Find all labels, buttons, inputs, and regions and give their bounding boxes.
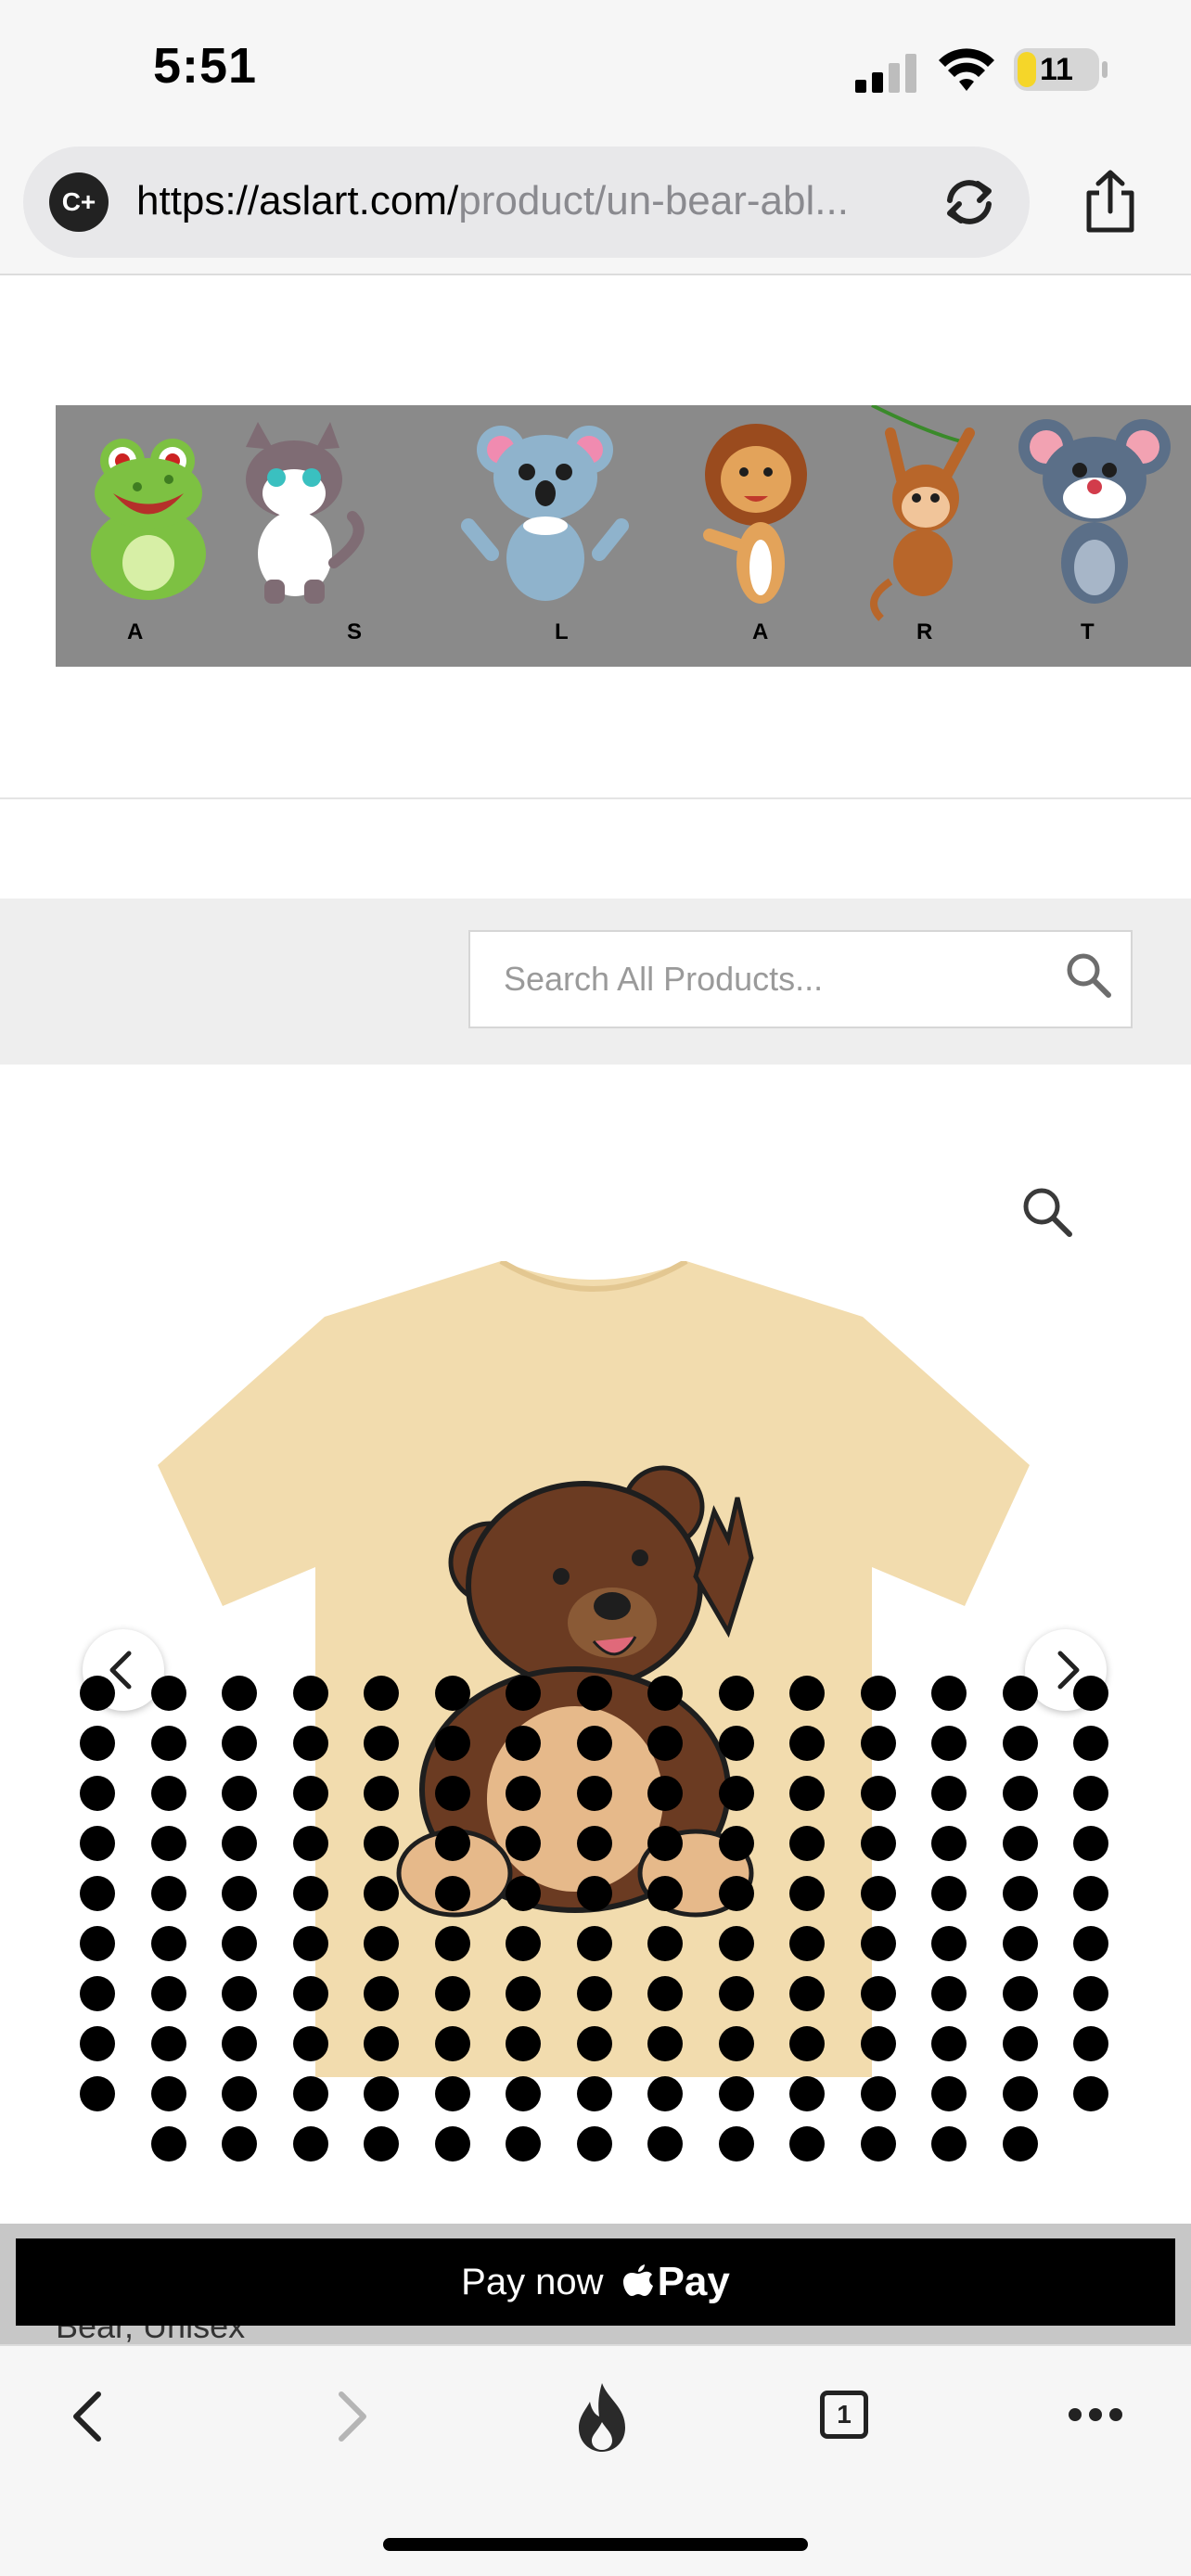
chevron-left-icon	[109, 1651, 132, 1690]
header-divider	[0, 797, 1191, 799]
wifi-icon	[939, 48, 994, 91]
reader-mode-icon[interactable]: C+	[49, 172, 109, 232]
battery-cap	[1102, 61, 1108, 78]
url-path: product/un-bear-abl...	[458, 178, 849, 223]
battery-icon: 11	[1014, 48, 1099, 91]
lion-character	[703, 424, 807, 604]
search-icon[interactable]	[1064, 950, 1114, 1001]
status-time: 5:51	[153, 38, 258, 94]
back-icon[interactable]	[67, 2389, 113, 2444]
banner-letter: T	[1081, 619, 1095, 644]
banner-letter: A	[127, 619, 144, 644]
search-input[interactable]	[470, 932, 1027, 1027]
forward-icon[interactable]	[327, 2389, 373, 2444]
share-icon[interactable]	[1083, 169, 1137, 236]
cat-character	[246, 422, 365, 604]
zoom-icon[interactable]	[1020, 1185, 1074, 1239]
url-domain: https://aslart.com/	[136, 178, 459, 223]
banner-letter: A	[752, 619, 769, 644]
banner-letter: S	[347, 619, 363, 644]
reload-icon[interactable]	[937, 172, 1002, 232]
home-indicator	[383, 2538, 808, 2551]
apple-pay-button[interactable]: Pay now Pay	[16, 2238, 1175, 2326]
tabs-button[interactable]: 1	[820, 2391, 868, 2439]
product-image-tshirt[interactable]	[158, 1261, 1030, 2077]
pay-word: Pay	[657, 2259, 730, 2304]
mouse-character	[1018, 419, 1171, 604]
koala-character	[461, 426, 629, 601]
gallery-prev-button[interactable]	[83, 1629, 164, 1711]
chevron-right-icon	[1057, 1651, 1080, 1690]
pay-now-label: Pay now	[461, 2261, 604, 2302]
url-text[interactable]: https://aslart.com/product/un-bear-abl..…	[136, 178, 916, 224]
battery-level: 11	[1040, 52, 1073, 87]
cellular-signal-icon	[855, 54, 916, 93]
fire-icon[interactable]	[571, 2381, 633, 2454]
banner-letter: R	[916, 619, 933, 644]
animal-characters-illustration	[91, 405, 1171, 621]
monkey-character	[870, 405, 975, 621]
apple-logo-icon	[622, 2264, 653, 2296]
search-box[interactable]	[468, 930, 1133, 1028]
aslart-animal-banner[interactable]	[56, 405, 1191, 667]
frog-character	[91, 439, 206, 600]
more-options-icon[interactable]	[1067, 2405, 1124, 2424]
gallery-next-button[interactable]	[1025, 1629, 1107, 1711]
banner-letter: L	[555, 619, 569, 644]
